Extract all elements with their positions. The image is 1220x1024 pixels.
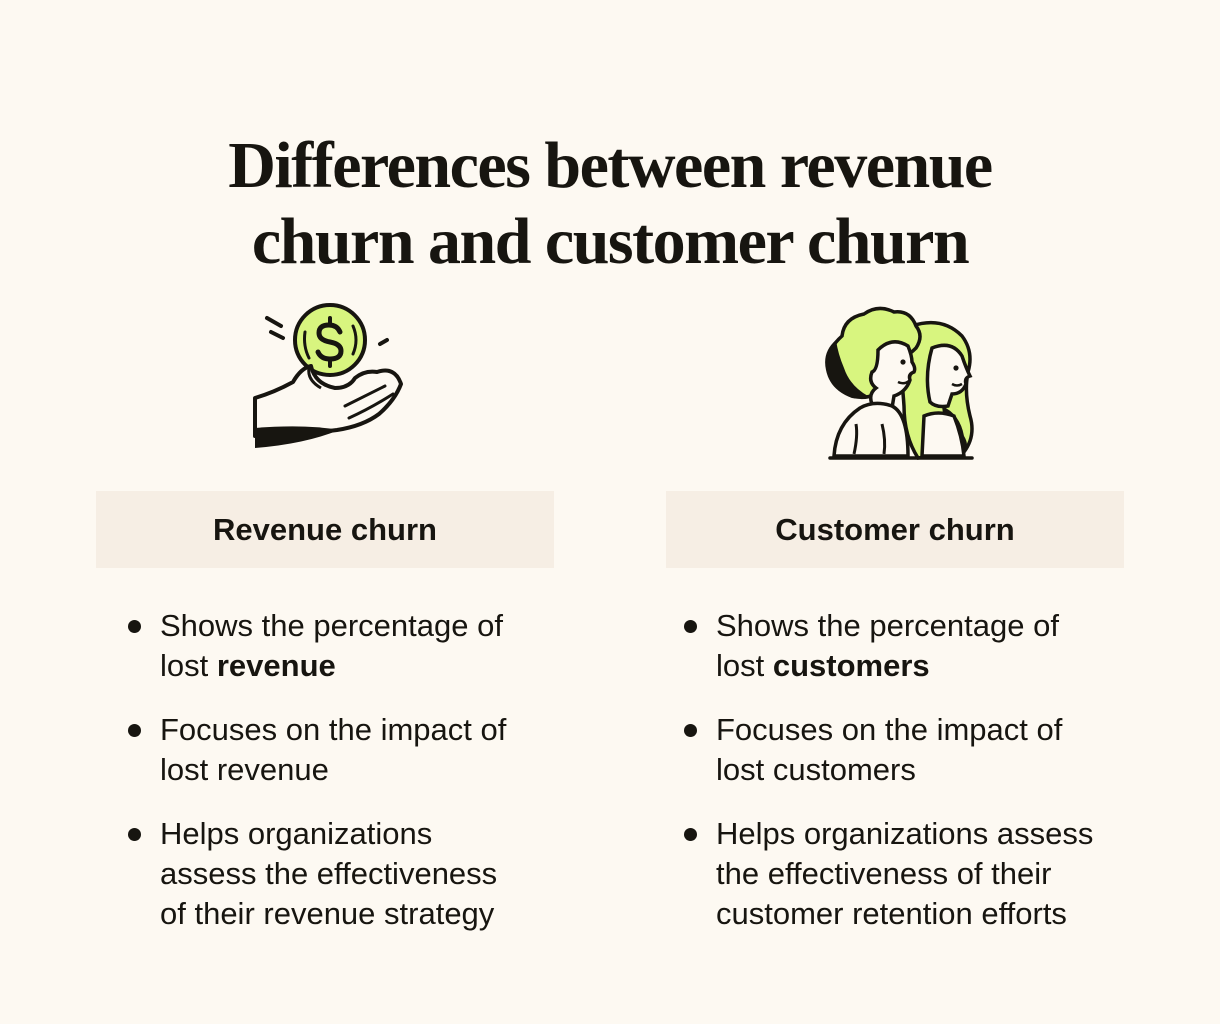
customer-churn-header: Customer churn (666, 491, 1124, 568)
customer-churn-list: Shows the percentage of lost customers F… (682, 606, 1122, 958)
list-item: Helps organizations assess the effective… (126, 814, 546, 934)
bullet-icon (128, 828, 141, 841)
bullet-text: Shows the percentage of (160, 608, 503, 643)
bullet-text: Focuses on the impact of (716, 712, 1063, 747)
bullet-emphasis: customers (772, 648, 930, 683)
bullet-text: Helps organizations (160, 816, 433, 851)
bullet-text: Focuses on the impact of (160, 712, 507, 747)
title-line-1: Differences between revenue (228, 129, 993, 203)
revenue-churn-list: Shows the percentage of lost revenue Foc… (126, 606, 546, 958)
bullet-text-prefix: lost (716, 648, 773, 683)
title-line-2: churn and customer churn (251, 205, 970, 279)
list-item: Helps organizations assess the effective… (682, 814, 1122, 934)
bullet-icon (128, 620, 141, 633)
bullet-icon (128, 724, 141, 737)
bullet-text: Helps organizations assess (716, 816, 1094, 851)
bullet-text: Shows the percentage of (716, 608, 1059, 643)
bullet-text: lost revenue (160, 646, 546, 686)
bullet-text: assess the effectiveness (160, 856, 498, 891)
list-item: Shows the percentage of lost customers (682, 606, 1122, 686)
list-item: Focuses on the impact of lost revenue (126, 710, 546, 790)
bullet-text: customer retention efforts (716, 896, 1067, 931)
bullet-text: lost revenue (160, 752, 329, 787)
bullet-text: of their revenue strategy (160, 896, 495, 931)
two-people-icon (812, 296, 982, 466)
hand-holding-coin-icon (245, 296, 410, 461)
bullet-text: lost customers (716, 752, 916, 787)
bullet-icon (684, 828, 697, 841)
bullet-icon (684, 724, 697, 737)
bullet-text: lost customers (716, 646, 1122, 686)
revenue-churn-header: Revenue churn (96, 491, 554, 568)
list-item: Shows the percentage of lost revenue (126, 606, 546, 686)
list-item: Focuses on the impact of lost customers (682, 710, 1122, 790)
bullet-text-prefix: lost (160, 648, 217, 683)
bullet-icon (684, 620, 697, 633)
bullet-emphasis: revenue (216, 648, 336, 683)
bullet-text: the effectiveness of their (716, 856, 1052, 891)
page-title: Differences between revenue churn and cu… (0, 128, 1220, 280)
